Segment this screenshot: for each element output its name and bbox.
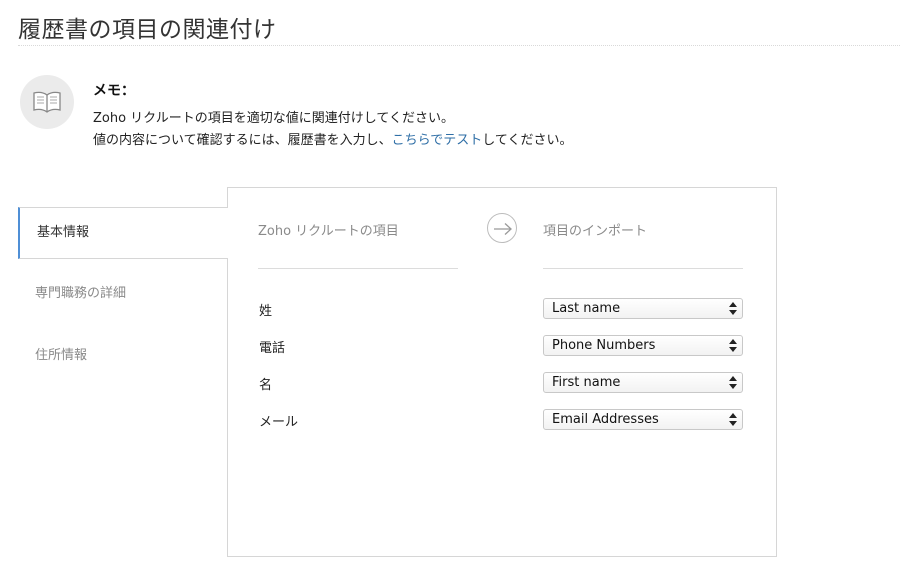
mapping-arrow bbox=[487, 213, 517, 243]
test-here-link[interactable]: こちらでテスト bbox=[392, 133, 483, 148]
right-arrow-icon bbox=[494, 223, 512, 235]
field-label-last-name: 姓 bbox=[259, 304, 273, 319]
page-title: 履歴書の項目の関連付け bbox=[18, 17, 277, 43]
import-select-last-name[interactable]: Last name bbox=[543, 298, 743, 319]
resume-field-mapping-page: 履歴書の項目の関連付け メモ： Zoho リクルートの項目を適切な値に関連付けし… bbox=[0, 0, 902, 564]
right-header-divider bbox=[543, 268, 743, 269]
tab-professional-details[interactable]: 専門職務の詳細 bbox=[18, 269, 228, 321]
memo-line-2-after: してください。 bbox=[482, 133, 573, 148]
left-header-divider bbox=[258, 268, 458, 269]
import-fields-header: 項目のインポート bbox=[543, 224, 648, 239]
import-select-value: Last name bbox=[552, 301, 621, 316]
section-tabs: 基本情報 専門職務の詳細 住所情報 bbox=[18, 207, 230, 383]
memo-title: メモ： bbox=[93, 83, 135, 99]
import-select-value: Email Addresses bbox=[552, 412, 659, 427]
tab-address-info[interactable]: 住所情報 bbox=[18, 331, 228, 383]
import-select-value: First name bbox=[552, 375, 621, 390]
memo-icon-circle bbox=[20, 75, 74, 129]
title-divider bbox=[18, 45, 900, 46]
tab-basic-info[interactable]: 基本情報 bbox=[18, 207, 230, 259]
select-caret-icon bbox=[729, 302, 737, 315]
field-label-phone: 電話 bbox=[259, 341, 286, 356]
memo-line-2: 値の内容について確認するには、履歴書を入力し、こちらでテストしてください。 bbox=[93, 129, 572, 148]
select-caret-icon bbox=[729, 376, 737, 389]
select-caret-icon bbox=[729, 339, 737, 352]
import-select-email[interactable]: Email Addresses bbox=[543, 409, 743, 430]
select-caret-icon bbox=[729, 413, 737, 426]
open-book-icon bbox=[33, 91, 61, 113]
recruit-fields-header: Zoho リクルートの項目 bbox=[258, 224, 399, 239]
memo-line-2-before: 値の内容について確認するには、履歴書を入力し、 bbox=[93, 133, 392, 148]
field-label-first-name: 名 bbox=[259, 378, 273, 393]
memo-line-1: Zoho リクルートの項目を適切な値に関連付けしてください。 bbox=[93, 111, 455, 126]
field-label-email: メール bbox=[259, 415, 299, 430]
import-select-value: Phone Numbers bbox=[552, 338, 656, 353]
import-select-phone[interactable]: Phone Numbers bbox=[543, 335, 743, 356]
import-select-first-name[interactable]: First name bbox=[543, 372, 743, 393]
